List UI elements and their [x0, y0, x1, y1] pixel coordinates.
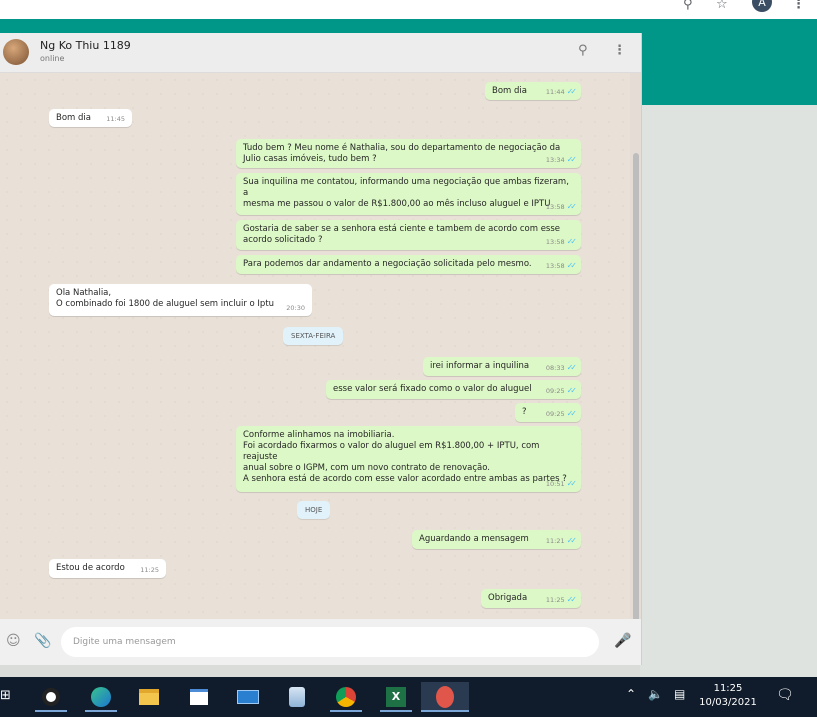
menu-icon[interactable]: ⋮ — [613, 43, 626, 58]
read-ticks-icon: ✓✓ — [566, 202, 578, 211]
magnifier-icon[interactable]: ⚲ — [683, 0, 693, 11]
emoji-icon[interactable]: ☺ — [6, 633, 21, 649]
kebab-menu-icon[interactable]: ⋮ — [792, 0, 805, 11]
profile-avatar[interactable]: A — [752, 0, 772, 12]
notification-icon[interactable]: 🗨 — [776, 687, 794, 703]
message-outgoing[interactable]: Sua inquilina me contatou, informando um… — [236, 173, 581, 215]
contact-name[interactable]: Ng Ko Thiu 1189 — [40, 39, 131, 52]
read-ticks-icon: ✓✓ — [566, 261, 578, 270]
read-ticks-icon: ✓✓ — [566, 237, 578, 246]
message-input[interactable] — [61, 627, 599, 657]
edge-icon[interactable] — [85, 682, 117, 712]
attach-paperclip-icon[interactable]: 📎 — [34, 633, 51, 649]
message-list[interactable]: Bom dia 11:44 ✓✓ Bom dia 11:45 Tudo bem ?… — [0, 73, 630, 619]
compose-bar: ☺ 📎 🎤 — [0, 619, 641, 665]
clock-date: 10/03/2021 — [699, 697, 757, 708]
read-ticks-icon: ✓✓ — [566, 409, 578, 418]
message-incoming[interactable]: Ola Nathalia, O combinado foi 1800 de al… — [49, 284, 312, 316]
side-panel — [640, 105, 817, 677]
message-outgoing[interactable]: Obrigada 11:25 ✓✓ — [481, 589, 581, 608]
read-ticks-icon: ✓✓ — [566, 87, 578, 96]
contact-status: online — [40, 54, 65, 63]
chat-header[interactable]: Ng Ko Thiu 1189 online ⚲ ⋮ — [0, 33, 641, 73]
message-outgoing[interactable]: irei informar a inquilina 08:33 ✓✓ — [423, 357, 581, 376]
cortana-icon[interactable] — [35, 682, 67, 712]
message-outgoing[interactable]: Para podemos dar andamento a negociação … — [236, 255, 581, 274]
read-ticks-icon: ✓✓ — [566, 386, 578, 395]
store-icon[interactable] — [183, 682, 215, 712]
read-ticks-icon: ✓✓ — [566, 595, 578, 604]
message-outgoing[interactable]: Aguardando a mensagem 11:21 ✓✓ — [412, 530, 581, 549]
contact-avatar[interactable] — [3, 39, 29, 65]
chat-scrollbar[interactable] — [633, 153, 639, 623]
message-outgoing[interactable]: esse valor será fixado como o valor do a… — [326, 380, 581, 399]
volume-icon[interactable]: 🔈 — [648, 687, 663, 701]
task-view-icon[interactable]: ⊞ — [0, 688, 11, 703]
read-ticks-icon: ✓✓ — [566, 536, 578, 545]
day-separator: HOJE — [297, 501, 331, 519]
message-outgoing[interactable]: ? 09:25 ✓✓ — [515, 403, 581, 422]
message-outgoing[interactable]: Conforme alinhamos na imobiliaria. Foi a… — [236, 426, 581, 492]
message-outgoing[interactable]: Tudo bem ? Meu nome é Nathalia, sou do d… — [236, 139, 581, 168]
message-outgoing[interactable]: Gostaria de saber se a senhora está cien… — [236, 220, 581, 250]
network-icon[interactable]: ▤ — [674, 687, 685, 701]
message-outgoing[interactable]: Bom dia 11:44 ✓✓ — [485, 82, 581, 100]
app-active-icon[interactable] — [421, 682, 469, 712]
search-icon[interactable]: ⚲ — [578, 43, 588, 58]
read-ticks-icon: ✓✓ — [566, 479, 578, 488]
chat-window: Ng Ko Thiu 1189 online ⚲ ⋮ Bom dia 11:44… — [0, 33, 642, 665]
windows-taskbar: ⊞ X ⌃ 🔈 ▤ 11:25 10/03/2021 🗨 — [0, 677, 817, 717]
clock-time: 11:25 — [713, 683, 743, 694]
browser-toolbar: ⚲ ☆ A ⋮ — [0, 0, 817, 19]
message-incoming[interactable]: Bom dia 11:45 — [49, 109, 132, 127]
microphone-icon[interactable]: 🎤 — [614, 633, 631, 649]
message-incoming[interactable]: Estou de acordo 11:25 — [49, 559, 166, 578]
read-ticks-icon: ✓✓ — [566, 363, 578, 372]
mail-icon[interactable] — [232, 682, 264, 712]
read-ticks-icon: ✓✓ — [566, 155, 578, 164]
excel-icon[interactable]: X — [380, 682, 412, 712]
taskbar-clock[interactable]: 11:25 10/03/2021 — [692, 682, 764, 710]
app-icon[interactable] — [281, 682, 313, 712]
chrome-icon[interactable] — [330, 682, 362, 712]
bookmark-star-icon[interactable]: ☆ — [716, 0, 728, 11]
file-explorer-icon[interactable] — [133, 682, 165, 712]
chevron-up-icon[interactable]: ⌃ — [626, 687, 636, 701]
day-separator: SEXTA-FEIRA — [283, 327, 344, 345]
